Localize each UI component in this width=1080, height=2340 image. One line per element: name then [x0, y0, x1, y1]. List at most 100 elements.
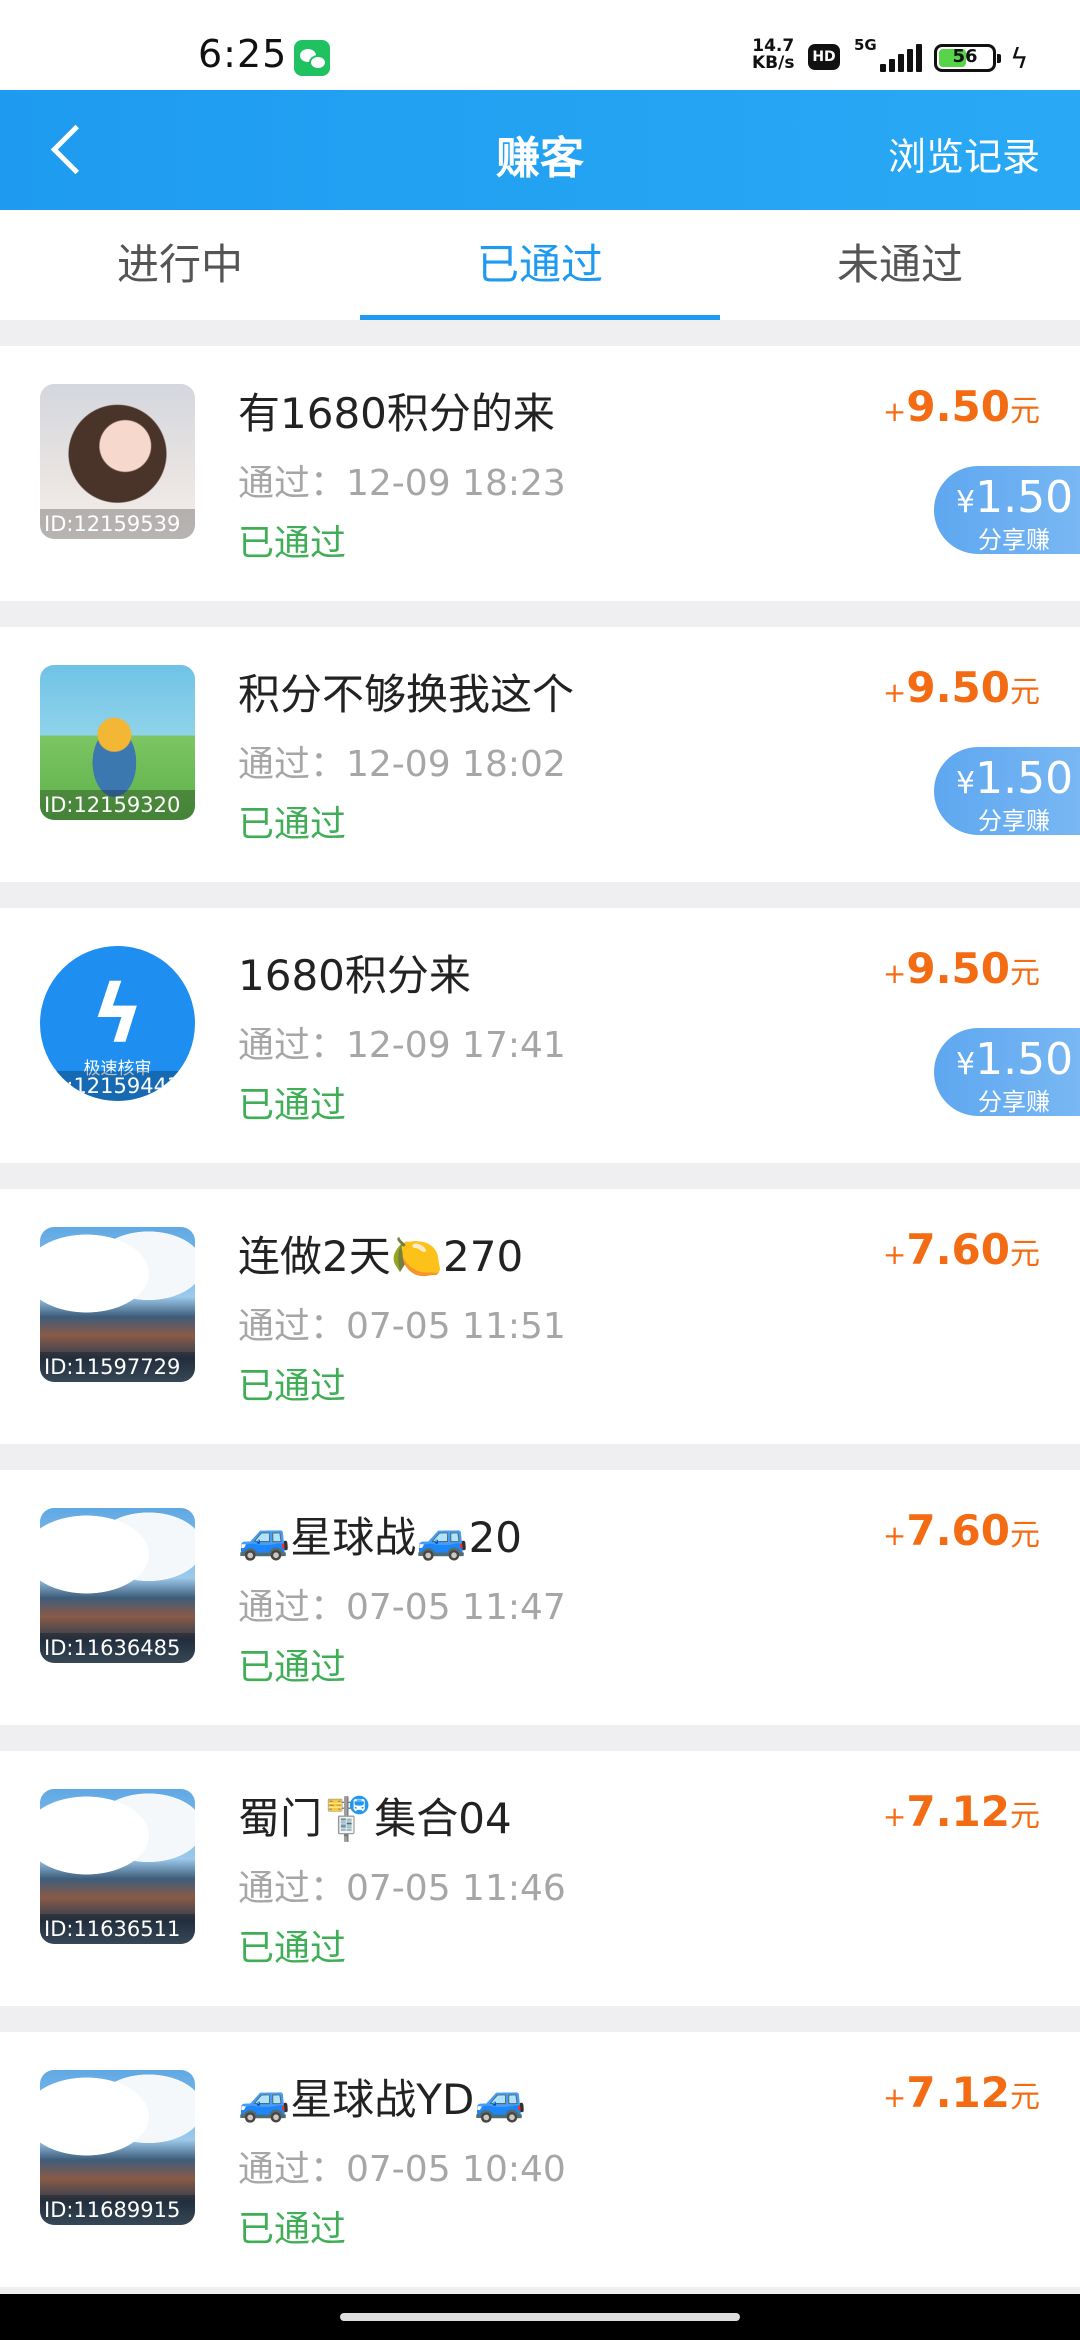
share-label: 分享赚 [978, 807, 1050, 835]
reward-unit: 元 [1010, 956, 1040, 991]
clock: 6:25 [198, 32, 288, 76]
reward-unit: 元 [1010, 1799, 1040, 1834]
approval-time: 通过：07-05 10:40 [238, 2149, 566, 2190]
reward-amount: +9.50元 [883, 944, 1040, 993]
list-item[interactable]: ID:12159539 有1680积分的来 通过：12-09 18:23 已通过… [0, 346, 1080, 601]
network-speed: 14.7 KB/s [752, 38, 794, 72]
task-id: ID:12159443 [40, 1071, 195, 1101]
task-thumbnail: ID:11636511 [40, 1789, 195, 1944]
reward-value: 7.12 [906, 2068, 1010, 2117]
status-label: 已通过 [238, 804, 347, 845]
share-earn-button[interactable]: ¥1.50 分享赚 [934, 1028, 1080, 1116]
task-thumbnail: ID:12159539 [40, 384, 195, 539]
reward-amount: +9.50元 [883, 663, 1040, 712]
task-name: 🚙星球战🚙20 [238, 1513, 523, 1562]
task-thumbnail: ID:11597729 [40, 1227, 195, 1382]
task-thumbnail: ID:11636485 [40, 1508, 195, 1663]
task-id: ID:11636511 [40, 1914, 195, 1944]
task-list: ID:12159539 有1680积分的来 通过：12-09 18:23 已通过… [0, 346, 1080, 2313]
yen-sign: ¥ [956, 766, 976, 801]
share-price-value: 1.50 [975, 472, 1074, 523]
plus-sign: + [882, 1519, 907, 1552]
reward-value: 7.60 [906, 1506, 1010, 1555]
tab-bar: 进行中 已通过 未通过 [0, 210, 1080, 320]
reward-unit: 元 [1010, 1237, 1040, 1272]
task-name: 连做2天🍋270 [238, 1232, 524, 1281]
task-thumbnail: ID:11689915 [40, 2070, 195, 2225]
bolt-icon: ϟ [1010, 42, 1029, 75]
task-id: ID:11597729 [40, 1352, 195, 1382]
list-item[interactable]: ID:11597729 连做2天🍋270 通过：07-05 11:51 已通过 … [0, 1189, 1080, 1444]
task-name: 有1680积分的来 [238, 389, 555, 438]
approval-time: 通过：07-05 11:47 [238, 1587, 566, 1628]
approval-time: 通过：07-05 11:46 [238, 1868, 566, 1909]
share-price: ¥1.50 [956, 753, 1073, 804]
signal-icon [878, 44, 922, 72]
network-type: 5G [854, 36, 877, 54]
approval-time: 通过：12-09 17:41 [238, 1025, 566, 1066]
list-item[interactable]: ID:11636485 🚙星球战🚙20 通过：07-05 11:47 已通过 +… [0, 1470, 1080, 1725]
battery-percent: 56 [952, 46, 978, 67]
network-speed-unit: KB/s [752, 53, 795, 73]
status-label: 已通过 [238, 2209, 347, 2250]
tab-in-progress[interactable]: 进行中 [0, 210, 360, 320]
list-item[interactable]: ID:12159320 积分不够换我这个 通过：12-09 18:02 已通过 … [0, 627, 1080, 882]
task-id: ID:12159320 [40, 790, 195, 820]
task-name: 积分不够换我这个 [238, 670, 575, 719]
reward-value: 9.50 [906, 663, 1010, 712]
task-name: 🚙星球战YD🚙 [238, 2075, 527, 2124]
share-earn-button[interactable]: ¥1.50 分享赚 [934, 747, 1080, 835]
share-price-value: 1.50 [975, 753, 1074, 804]
plus-sign: + [882, 1238, 907, 1271]
tab-rejected[interactable]: 未通过 [720, 210, 1080, 320]
reward-unit: 元 [1010, 1518, 1040, 1553]
task-name: 蜀门🚏集合04 [238, 1794, 512, 1843]
yen-sign: ¥ [956, 1047, 976, 1082]
task-id: ID:11689915 [40, 2195, 195, 2225]
tab-approved[interactable]: 已通过 [360, 210, 720, 320]
status-label: 已通过 [238, 523, 347, 564]
reward-amount: +7.60元 [883, 1506, 1040, 1555]
reward-amount: +7.12元 [883, 1787, 1040, 1836]
list-item[interactable]: ϟ 极速核审 ID:12159443 1680积分来 通过：12-09 17:4… [0, 908, 1080, 1163]
wechat-icon [294, 40, 330, 76]
app-header: 赚客 浏览记录 [0, 90, 1080, 210]
reward-value: 9.50 [906, 944, 1010, 993]
task-id: ID:12159539 [40, 509, 195, 539]
reward-amount: +7.60元 [883, 1225, 1040, 1274]
share-price-value: 1.50 [975, 1034, 1074, 1085]
reward-amount: +9.50元 [883, 382, 1040, 431]
reward-value: 7.60 [906, 1225, 1010, 1274]
home-gesture-bar[interactable] [340, 2313, 740, 2321]
reward-unit: 元 [1010, 2080, 1040, 2115]
task-name: 1680积分来 [238, 951, 471, 1000]
share-price: ¥1.50 [956, 1034, 1073, 1085]
status-bar: 6:25 14.7 KB/s HD 5G 56 ϟ [0, 0, 1080, 90]
system-nav-bar [0, 2294, 1080, 2340]
share-earn-button[interactable]: ¥1.50 分享赚 [934, 466, 1080, 554]
plus-sign: + [882, 676, 907, 709]
browse-history-button[interactable]: 浏览记录 [888, 126, 1040, 181]
task-thumbnail: ID:12159320 [40, 665, 195, 820]
task-id: ID:11636485 [40, 1633, 195, 1663]
approval-time: 通过：12-09 18:02 [238, 744, 566, 785]
share-price: ¥1.50 [956, 472, 1073, 523]
reward-unit: 元 [1010, 394, 1040, 429]
battery-icon: 56 [934, 44, 1001, 72]
status-label: 已通过 [238, 1928, 347, 1969]
approval-time: 通过：07-05 11:51 [238, 1306, 566, 1347]
share-label: 分享赚 [978, 526, 1050, 554]
plus-sign: + [882, 957, 907, 990]
reward-value: 9.50 [906, 382, 1010, 431]
reward-unit: 元 [1010, 675, 1040, 710]
plus-sign: + [882, 1800, 907, 1833]
share-label: 分享赚 [978, 1088, 1050, 1116]
reward-amount: +7.12元 [883, 2068, 1040, 2117]
bolt-glyph: ϟ [91, 968, 144, 1061]
list-item[interactable]: ID:11689915 🚙星球战YD🚙 通过：07-05 10:40 已通过 +… [0, 2032, 1080, 2287]
status-label: 已通过 [238, 1366, 347, 1407]
approval-time: 通过：12-09 18:23 [238, 463, 566, 504]
status-label: 已通过 [238, 1647, 347, 1688]
list-item[interactable]: ID:11636511 蜀门🚏集合04 通过：07-05 11:46 已通过 +… [0, 1751, 1080, 2006]
hd-badge: HD [808, 44, 840, 70]
